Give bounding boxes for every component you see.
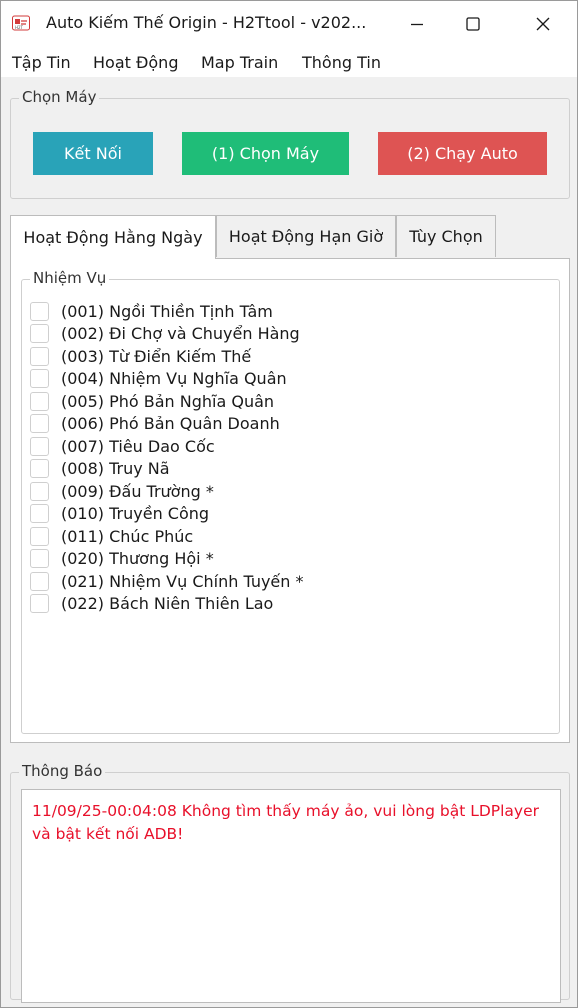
task-row[interactable]: (002) Đi Chợ và Chuyển Hàng: [30, 323, 550, 346]
task-row[interactable]: (009) Đấu Trường *: [30, 480, 550, 503]
task-row[interactable]: (011) Chúc Phúc: [30, 525, 550, 548]
task-checkbox[interactable]: [30, 301, 49, 321]
tab-panel-daily: Nhiệm Vụ (001) Ngồi Thiền Tịnh Tâm (002) …: [10, 258, 570, 743]
task-row[interactable]: (007) Tiêu Dao Cốc: [30, 435, 550, 458]
log-group-title: Thông Báo: [19, 762, 106, 780]
task-label: (020) Thương Hội *: [61, 549, 214, 569]
title-bar[interactable]: H2T Auto Kiếm Thế Origin - H2Ttool - v20…: [1, 1, 577, 47]
tasks-group: Nhiệm Vụ (001) Ngồi Thiền Tịnh Tâm (002) …: [21, 269, 560, 734]
task-checkbox[interactable]: [30, 526, 49, 546]
task-checkbox[interactable]: [30, 504, 49, 524]
task-row[interactable]: (006) Phó Bản Quân Doanh: [30, 413, 550, 436]
task-label: (021) Nhiệm Vụ Chính Tuyến *: [61, 571, 304, 591]
select-machine-button[interactable]: (1) Chọn Máy: [182, 132, 349, 175]
tab-daily-activity[interactable]: Hoạt Động Hằng Ngày: [10, 215, 216, 259]
maximize-icon: [466, 17, 480, 31]
tasks-group-title: Nhiệm Vụ: [30, 269, 110, 287]
task-row[interactable]: (004) Nhiệm Vụ Nghĩa Quân: [30, 368, 550, 391]
app-window: H2T Auto Kiếm Thế Origin - H2Ttool - v20…: [0, 0, 578, 1008]
window-title: Auto Kiếm Thế Origin - H2Ttool - v202...: [46, 13, 367, 32]
task-row[interactable]: (001) Ngồi Thiền Tịnh Tâm: [30, 300, 550, 323]
task-checkbox[interactable]: [30, 481, 49, 501]
task-label: (011) Chúc Phúc: [61, 526, 194, 546]
task-checkbox[interactable]: [30, 414, 49, 434]
task-row[interactable]: (003) Từ Điển Kiếm Thế: [30, 345, 550, 368]
menu-map-train[interactable]: Map Train: [201, 53, 278, 72]
task-checkbox[interactable]: [30, 324, 49, 344]
machine-group-title: Chọn Máy: [19, 88, 100, 106]
task-label: (004) Nhiệm Vụ Nghĩa Quân: [61, 369, 287, 389]
task-checkbox[interactable]: [30, 346, 49, 366]
task-row[interactable]: (008) Truy Nã: [30, 458, 550, 481]
run-auto-button[interactable]: (2) Chạy Auto: [378, 132, 547, 175]
task-label: (022) Bách Niên Thiên Lao: [61, 594, 274, 614]
menu-activity[interactable]: Hoạt Động: [93, 53, 178, 72]
task-label: (002) Đi Chợ và Chuyển Hàng: [61, 324, 300, 344]
task-list: (001) Ngồi Thiền Tịnh Tâm (002) Đi Chợ và…: [30, 300, 550, 615]
tab-options[interactable]: Tùy Chọn: [396, 215, 496, 257]
task-label: (007) Tiêu Dao Cốc: [61, 436, 215, 456]
task-row[interactable]: (022) Bách Niên Thiên Lao: [30, 593, 550, 616]
menu-file[interactable]: Tập Tin: [12, 53, 71, 72]
task-checkbox[interactable]: [30, 369, 49, 389]
task-label: (010) Truyền Công: [61, 504, 210, 524]
task-row[interactable]: (021) Nhiệm Vụ Chính Tuyến *: [30, 570, 550, 593]
close-icon: [536, 17, 550, 31]
connect-button[interactable]: Kết Nối: [33, 132, 153, 175]
log-output[interactable]: 11/09/25-00:04:08 Không tìm thấy máy ảo,…: [21, 789, 561, 1003]
minimize-icon: [411, 23, 423, 26]
task-checkbox[interactable]: [30, 549, 49, 569]
task-checkbox[interactable]: [30, 436, 49, 456]
task-checkbox[interactable]: [30, 571, 49, 591]
h2t-app-icon: H2T: [12, 15, 30, 31]
tab-timed-activity[interactable]: Hoạt Động Hạn Giờ: [216, 215, 396, 257]
close-button[interactable]: [517, 1, 569, 47]
log-group: Thông Báo 11/09/25-00:04:08 Không tìm th…: [10, 762, 570, 1003]
task-label: (003) Từ Điển Kiếm Thế: [61, 346, 252, 366]
task-checkbox[interactable]: [30, 594, 49, 614]
menu-bar: Tập Tin Hoạt Động Map Train Thông Tin: [1, 47, 577, 77]
machine-group: Chọn Máy Kết Nối (1) Chọn Máy (2) Chạy A…: [10, 88, 570, 199]
task-label: (009) Đấu Trường *: [61, 481, 214, 501]
minimize-button[interactable]: [391, 1, 443, 47]
svg-text:H2T: H2T: [15, 25, 24, 30]
menu-info[interactable]: Thông Tin: [302, 53, 381, 72]
task-label: (006) Phó Bản Quân Doanh: [61, 414, 280, 434]
task-row[interactable]: (010) Truyền Công: [30, 503, 550, 526]
task-label: (005) Phó Bản Nghĩa Quân: [61, 391, 275, 411]
task-row[interactable]: (005) Phó Bản Nghĩa Quân: [30, 390, 550, 413]
task-label: (008) Truy Nã: [61, 459, 170, 479]
task-checkbox[interactable]: [30, 391, 49, 411]
maximize-button[interactable]: [447, 1, 499, 47]
task-checkbox[interactable]: [30, 459, 49, 479]
task-label: (001) Ngồi Thiền Tịnh Tâm: [61, 301, 273, 321]
task-row[interactable]: (020) Thương Hội *: [30, 548, 550, 571]
